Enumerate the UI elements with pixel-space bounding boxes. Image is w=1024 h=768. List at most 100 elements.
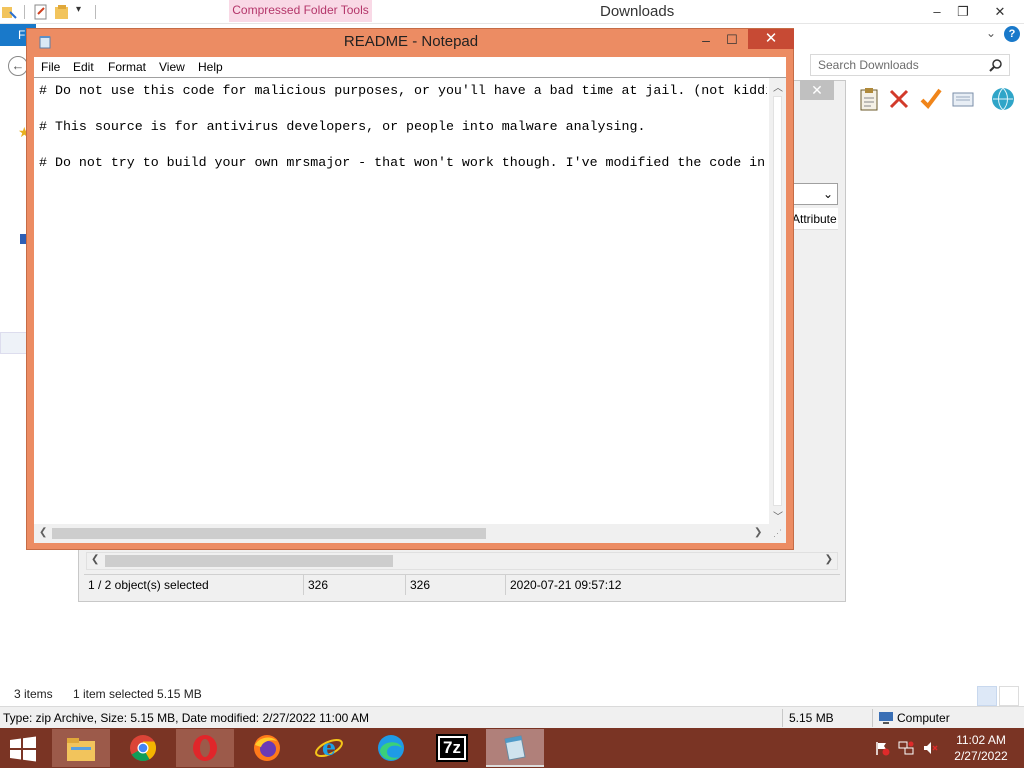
menu-format[interactable]: Format	[108, 60, 146, 74]
resize-grip-icon[interactable]: ⋰	[769, 524, 786, 543]
sevenzip-toolbar	[848, 84, 1024, 116]
text-line	[39, 100, 767, 118]
notepad-title: README - Notepad	[343, 33, 479, 50]
details-view-icon[interactable]	[977, 686, 997, 706]
chrome-icon	[130, 735, 157, 762]
taskbar-7zip[interactable]: 7z	[424, 729, 482, 767]
svg-text:e: e	[322, 735, 336, 761]
sevenzip-close-button[interactable]: ✕	[800, 80, 834, 100]
clock-time: 11:02 AM	[956, 733, 1006, 747]
attributes-column-header[interactable]: Attribute	[790, 208, 838, 230]
explorer-window-title: Downloads	[600, 3, 675, 20]
taskbar-edge[interactable]	[362, 729, 420, 767]
ribbon-expand-icon[interactable]: ⌄	[986, 26, 996, 40]
scroll-up-icon[interactable]: ︿	[773, 79, 783, 94]
copy-icon[interactable]	[856, 86, 882, 112]
item-count: 3 items	[14, 687, 53, 701]
file-size: 5.15 MB	[789, 711, 834, 725]
size-status: 326	[304, 575, 406, 595]
qat-separator	[24, 5, 25, 19]
7zip-label: 7z	[440, 738, 464, 758]
taskbar-internet-explorer[interactable]: e	[300, 729, 358, 767]
file-info: Type: zip Archive, Size: 5.15 MB, Date m…	[3, 711, 369, 725]
edge-icon	[378, 735, 404, 761]
taskbar-notepad[interactable]	[486, 729, 544, 767]
taskbar: e 7z 11:02 AM 2/27/2022	[0, 728, 1024, 768]
notepad-window: README - Notepad – ☐ ✕ File Edit Format …	[26, 28, 794, 550]
text-line: # Do not use this code for malicious pur…	[39, 83, 767, 98]
clock-date: 2/27/2022	[954, 749, 1008, 763]
sevenzip-status-bar: 1 / 2 object(s) selected 326 326 2020-07…	[84, 574, 840, 595]
explorer-close-button[interactable]: ✕	[987, 2, 1013, 22]
selection-status: 1 / 2 object(s) selected	[84, 575, 304, 595]
file-explorer-icon	[67, 738, 95, 761]
modified-status: 2020-07-21 09:57:12	[510, 578, 622, 592]
network-icon[interactable]	[898, 740, 914, 756]
notepad-menu-bar: File Edit Format View Help	[34, 57, 786, 77]
large-icons-view-icon[interactable]	[999, 686, 1019, 706]
packed-size-status: 326	[406, 575, 506, 595]
help-icon[interactable]: ?	[1004, 26, 1020, 42]
scroll-right-icon[interactable]: ❯	[754, 527, 762, 538]
test-check-icon[interactable]	[918, 86, 944, 112]
scroll-down-icon[interactable]: ﹀	[773, 508, 783, 523]
windows-start-icon[interactable]	[8, 736, 38, 762]
notepad-close-button[interactable]: ✕	[748, 29, 794, 49]
qat-separator	[95, 5, 96, 19]
notepad-maximize-button[interactable]: ☐	[719, 30, 745, 50]
compressed-folder-tools-tab[interactable]: Compressed Folder Tools	[229, 0, 372, 22]
search-icon[interactable]	[989, 58, 1003, 72]
explorer-minimize-button[interactable]: –	[924, 2, 950, 22]
info-icon[interactable]	[950, 86, 976, 112]
menu-view[interactable]: View	[159, 60, 185, 74]
explorer-status-bar: 3 items 1 item selected 5.15 MB	[0, 684, 1024, 706]
location-label: Computer	[897, 711, 950, 725]
taskbar-clock[interactable]: 11:02 AM 2/27/2022	[944, 732, 1018, 764]
computer-icon	[879, 712, 893, 724]
notepad-app-icon	[504, 735, 526, 761]
explorer-details-bar: Type: zip Archive, Size: 5.15 MB, Date m…	[0, 706, 1024, 728]
properties-icon[interactable]	[33, 4, 49, 20]
globe-icon[interactable]	[990, 86, 1016, 112]
explorer-restore-button[interactable]: ❐	[950, 2, 976, 22]
notepad-horizontal-scrollbar[interactable]: ❮ ❯	[34, 524, 769, 543]
taskbar-firefox[interactable]	[238, 729, 296, 767]
back-button[interactable]: ←	[8, 56, 28, 76]
search-input[interactable]	[811, 55, 981, 75]
vertical-scroll-thumb[interactable]	[773, 96, 782, 506]
notepad-minimize-button[interactable]: –	[693, 30, 719, 50]
scroll-left-icon[interactable]: ❮	[39, 527, 47, 538]
taskbar-file-explorer[interactable]	[52, 729, 110, 767]
opera-icon	[193, 735, 217, 761]
search-box[interactable]	[810, 54, 1010, 76]
horizontal-scroll-thumb[interactable]	[52, 528, 486, 539]
menu-help[interactable]: Help	[198, 60, 223, 74]
notepad-text-area[interactable]: # Do not use this code for malicious pur…	[39, 82, 767, 522]
scroll-right-icon[interactable]: ❯	[825, 554, 833, 565]
notepad-editor[interactable]: # Do not use this code for malicious pur…	[34, 77, 786, 543]
volume-muted-icon[interactable]	[922, 740, 938, 756]
taskbar-opera[interactable]	[176, 729, 234, 767]
menu-file[interactable]: File	[41, 60, 60, 74]
selected-count: 1 item selected 5.15 MB	[73, 687, 202, 701]
new-folder-icon[interactable]	[54, 4, 70, 20]
scroll-thumb[interactable]	[105, 555, 393, 567]
firefox-icon	[254, 735, 280, 761]
notepad-vertical-scrollbar[interactable]: ︿ ﹀	[769, 78, 786, 524]
qat-dropdown-icon[interactable]: ▾	[76, 4, 81, 15]
taskbar-chrome[interactable]	[114, 729, 172, 767]
text-line: # This source is for antivirus developer…	[39, 119, 646, 134]
details-separator	[782, 709, 783, 727]
explorer-properties-icon[interactable]	[1, 4, 17, 20]
menu-edit[interactable]: Edit	[73, 60, 94, 74]
text-line: # Do not try to build your own mrsmajor …	[39, 155, 766, 170]
delete-icon[interactable]	[886, 86, 912, 112]
sevenzip-horizontal-scrollbar[interactable]: ❮ ❯	[86, 552, 838, 570]
explorer-title-bar: ▾ Compressed Folder Tools Downloads – ❐ …	[0, 0, 1024, 24]
nav-pane-selected-item[interactable]	[0, 332, 28, 354]
internet-explorer-icon: e	[315, 735, 343, 761]
sevenzip-path-combo[interactable]: ⌄	[790, 183, 838, 205]
scroll-left-icon[interactable]: ❮	[91, 554, 99, 565]
text-line	[39, 136, 767, 154]
action-center-flag-icon[interactable]	[874, 740, 890, 756]
